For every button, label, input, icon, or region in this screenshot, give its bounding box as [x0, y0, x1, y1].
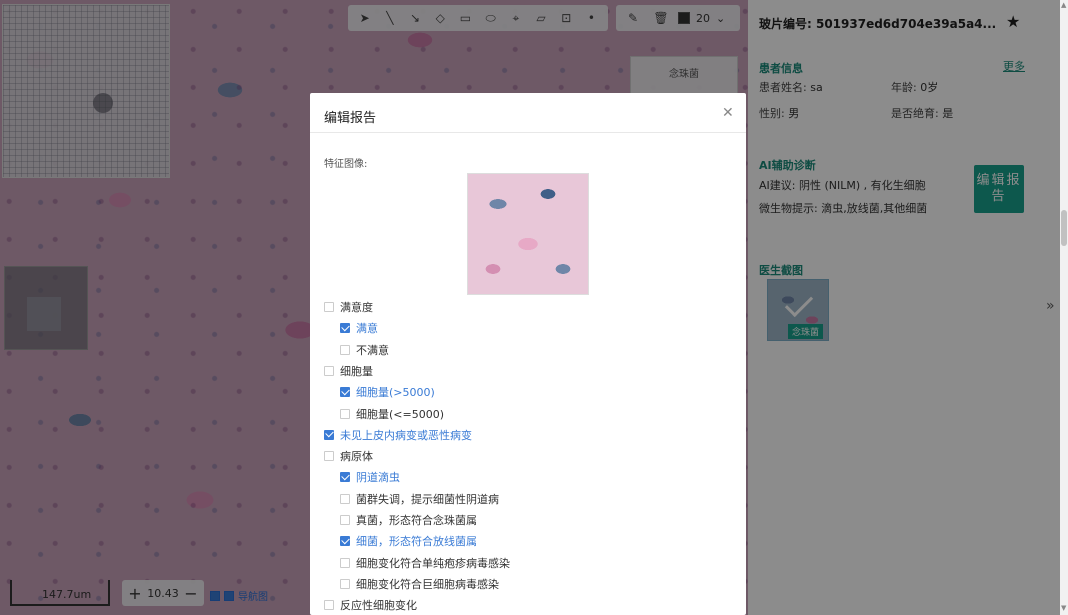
report-option[interactable]: 细菌，形态符合放线菌属: [340, 533, 477, 549]
edit-report-dialog: 编辑报告 ✕ 特征图像: 满意度满意不满意细胞量细胞量(>5000) 细胞量(<=…: [310, 93, 746, 615]
report-option[interactable]: 不满意: [340, 342, 389, 358]
feature-image: [467, 173, 589, 295]
report-option[interactable]: 未见上皮内病变或恶性病变: [324, 427, 472, 443]
option-label: 阴道滴虫: [356, 471, 400, 485]
dialog-header: 编辑报告 ✕: [310, 93, 746, 133]
report-option[interactable]: 细胞量: [324, 363, 373, 379]
report-option[interactable]: 细胞量(>5000): [340, 384, 435, 400]
option-label: 未见上皮内病变或恶性病变: [340, 428, 472, 442]
option-label: 细胞量(<=5000): [356, 407, 445, 421]
option-label: 细胞量: [340, 364, 373, 378]
option-checkbox[interactable]: [340, 515, 350, 525]
panel-backdrop[interactable]: [748, 0, 1068, 615]
option-checkbox[interactable]: [340, 387, 350, 398]
report-option[interactable]: 细胞变化符合巨细胞病毒感染: [340, 576, 499, 592]
option-checkbox[interactable]: [340, 536, 350, 547]
option-checkbox[interactable]: [340, 557, 350, 568]
option-label: 细菌，形态符合放线菌属: [356, 535, 477, 549]
report-option[interactable]: 反应性细胞变化: [324, 597, 417, 613]
page-scrollbar[interactable]: ▲ ▼: [1060, 0, 1068, 615]
option-checkbox[interactable]: [340, 344, 350, 355]
scroll-up-icon[interactable]: ▲: [1061, 1, 1066, 9]
report-option[interactable]: 病原体: [324, 448, 373, 464]
option-checkbox[interactable]: [324, 365, 334, 376]
report-option[interactable]: 满意度: [324, 299, 373, 315]
option-label: 病原体: [340, 450, 373, 464]
option-label: 菌群失调，提示细菌性阴道病: [356, 492, 499, 506]
feature-image-label: 特征图像:: [324, 159, 368, 170]
report-option[interactable]: 真菌，形态符合念珠菌属: [340, 512, 477, 528]
option-checkbox[interactable]: [324, 451, 334, 462]
option-checkbox[interactable]: [324, 302, 334, 312]
option-label: 细胞量(>5000): [356, 386, 435, 400]
option-checkbox[interactable]: [340, 323, 350, 334]
option-checkbox[interactable]: [340, 493, 350, 504]
option-label: 细胞变化符合巨细胞病毒感染: [356, 577, 499, 591]
chevron-right-icon[interactable]: »: [1046, 298, 1055, 314]
option-label: 满意: [356, 322, 378, 336]
option-label: 真菌，形态符合念珠菌属: [356, 514, 477, 527]
report-option[interactable]: 细胞量(<=5000): [340, 406, 444, 422]
report-option[interactable]: 满意: [340, 320, 378, 336]
report-option[interactable]: 阴道滴虫: [340, 469, 400, 485]
report-option[interactable]: 细胞变化符合单纯疱疹病毒感染: [340, 555, 510, 571]
dialog-title: 编辑报告: [324, 111, 377, 126]
option-checkbox[interactable]: [324, 429, 334, 440]
option-checkbox[interactable]: [340, 472, 350, 483]
scroll-down-icon[interactable]: ▼: [1061, 604, 1066, 612]
option-label: 反应性细胞变化: [340, 599, 417, 613]
scrollbar-thumb[interactable]: [1061, 210, 1067, 246]
option-checkbox[interactable]: [324, 600, 334, 611]
option-label: 细胞变化符合单纯疱疹病毒感染: [356, 556, 510, 570]
option-checkbox[interactable]: [340, 578, 350, 589]
option-label: 不满意: [356, 343, 389, 357]
option-checkbox[interactable]: [340, 408, 350, 419]
option-label: 满意度: [340, 301, 373, 314]
report-option[interactable]: 菌群失调，提示细菌性阴道病: [340, 491, 499, 507]
close-icon[interactable]: ✕: [722, 105, 734, 121]
